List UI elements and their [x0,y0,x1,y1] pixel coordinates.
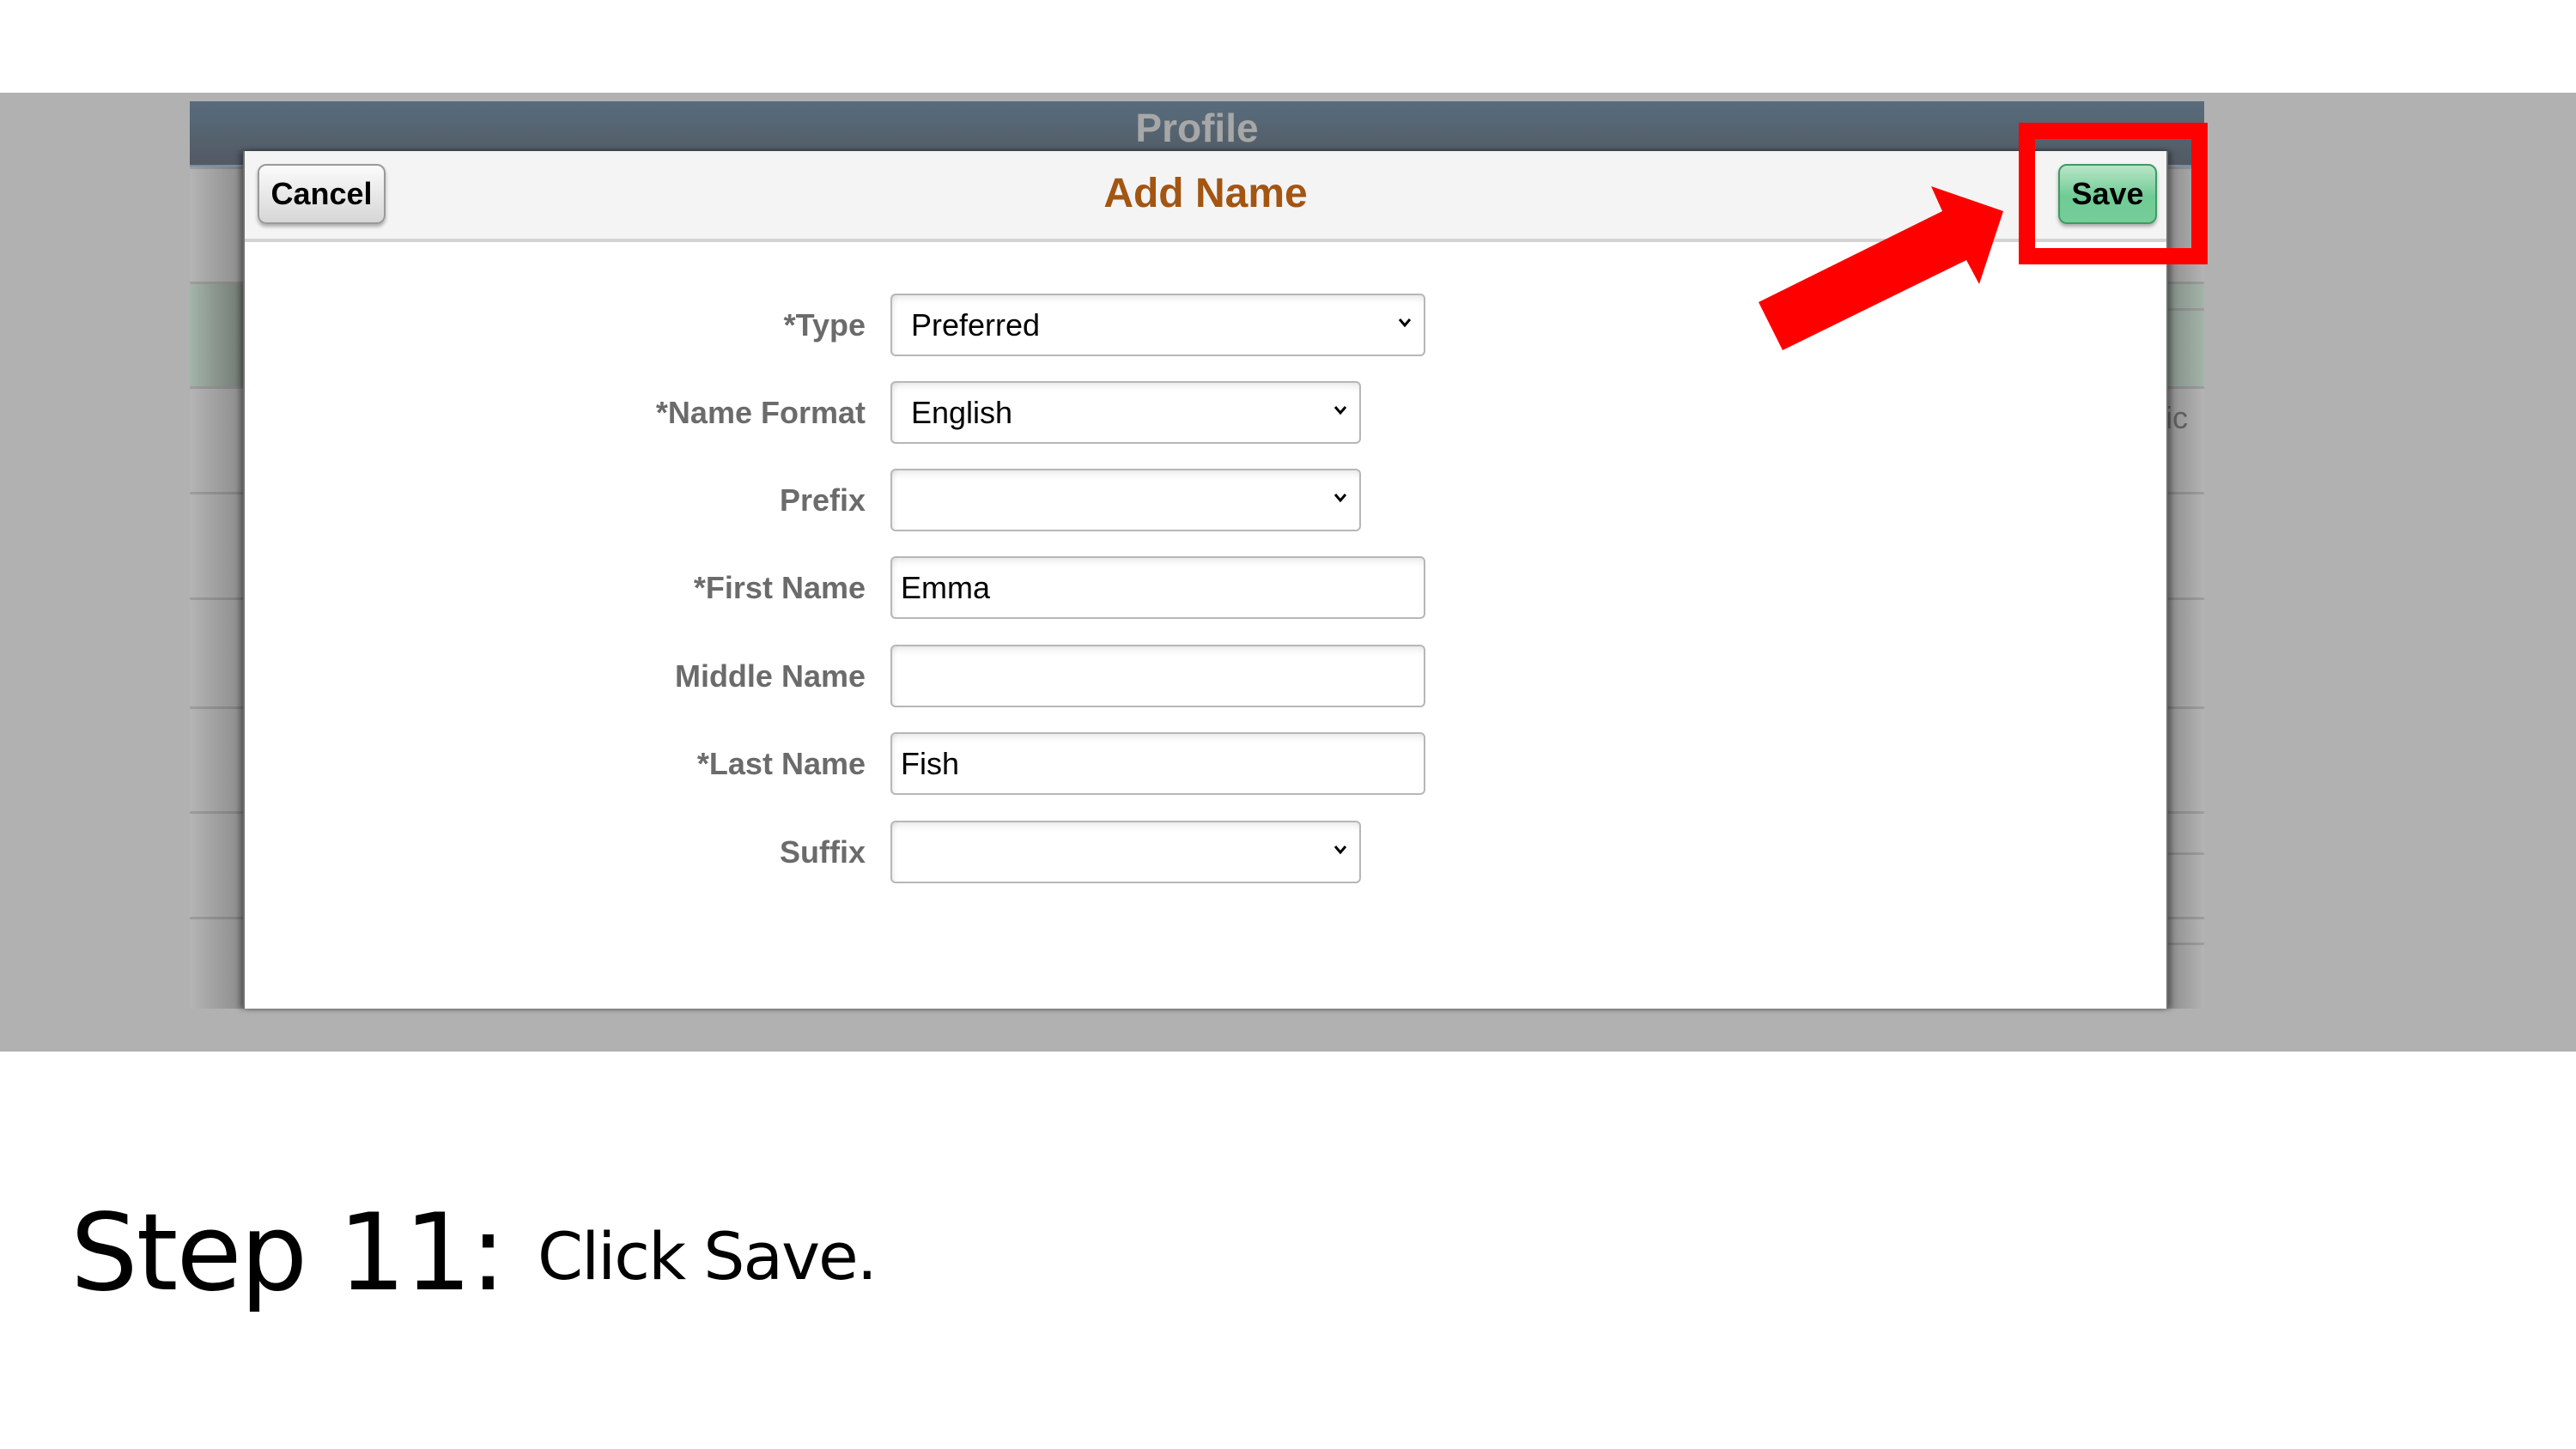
prefix-label: Prefix [779,482,866,518]
profile-title: Profile [1135,106,1259,150]
first-name-input[interactable]: Emma [890,556,1425,619]
add-name-modal: Add Name Cancel Save *Type Preferred *Na… [243,151,2168,1009]
middle-name-label: Middle Name [674,658,866,694]
chevron-down-icon [1334,494,1347,503]
chevron-down-icon [1334,406,1347,415]
name-format-select-value: English [911,395,1013,430]
type-select[interactable]: Preferred [890,294,1425,356]
type-label: *Type [783,307,866,343]
suffix-select[interactable] [890,821,1361,883]
background-shade [2168,167,2204,1009]
first-name-input-value: Emma [901,570,991,605]
name-format-label: *Name Format [655,395,866,430]
background-partial-text: ic [2166,400,2188,435]
cancel-button[interactable]: Cancel [258,164,386,224]
chevron-down-icon [1334,846,1347,855]
name-format-select[interactable]: English [890,381,1361,444]
last-name-input[interactable]: Fish [890,732,1425,795]
step-number: Step 11: [70,1191,506,1315]
modal-title: Add Name [1103,171,1308,216]
last-name-input-value: Fish [901,746,960,781]
chevron-down-icon [1398,318,1412,328]
middle-name-input[interactable] [890,645,1425,707]
save-button[interactable]: Save [2058,164,2157,224]
first-name-label: *First Name [693,570,866,605]
prefix-select[interactable] [890,469,1361,531]
step-instruction: Click Save. [538,1218,878,1294]
suffix-label: Suffix [779,834,866,870]
last-name-label: *Last Name [696,746,866,781]
type-select-value: Preferred [911,307,1041,343]
background-shade [190,167,243,1009]
